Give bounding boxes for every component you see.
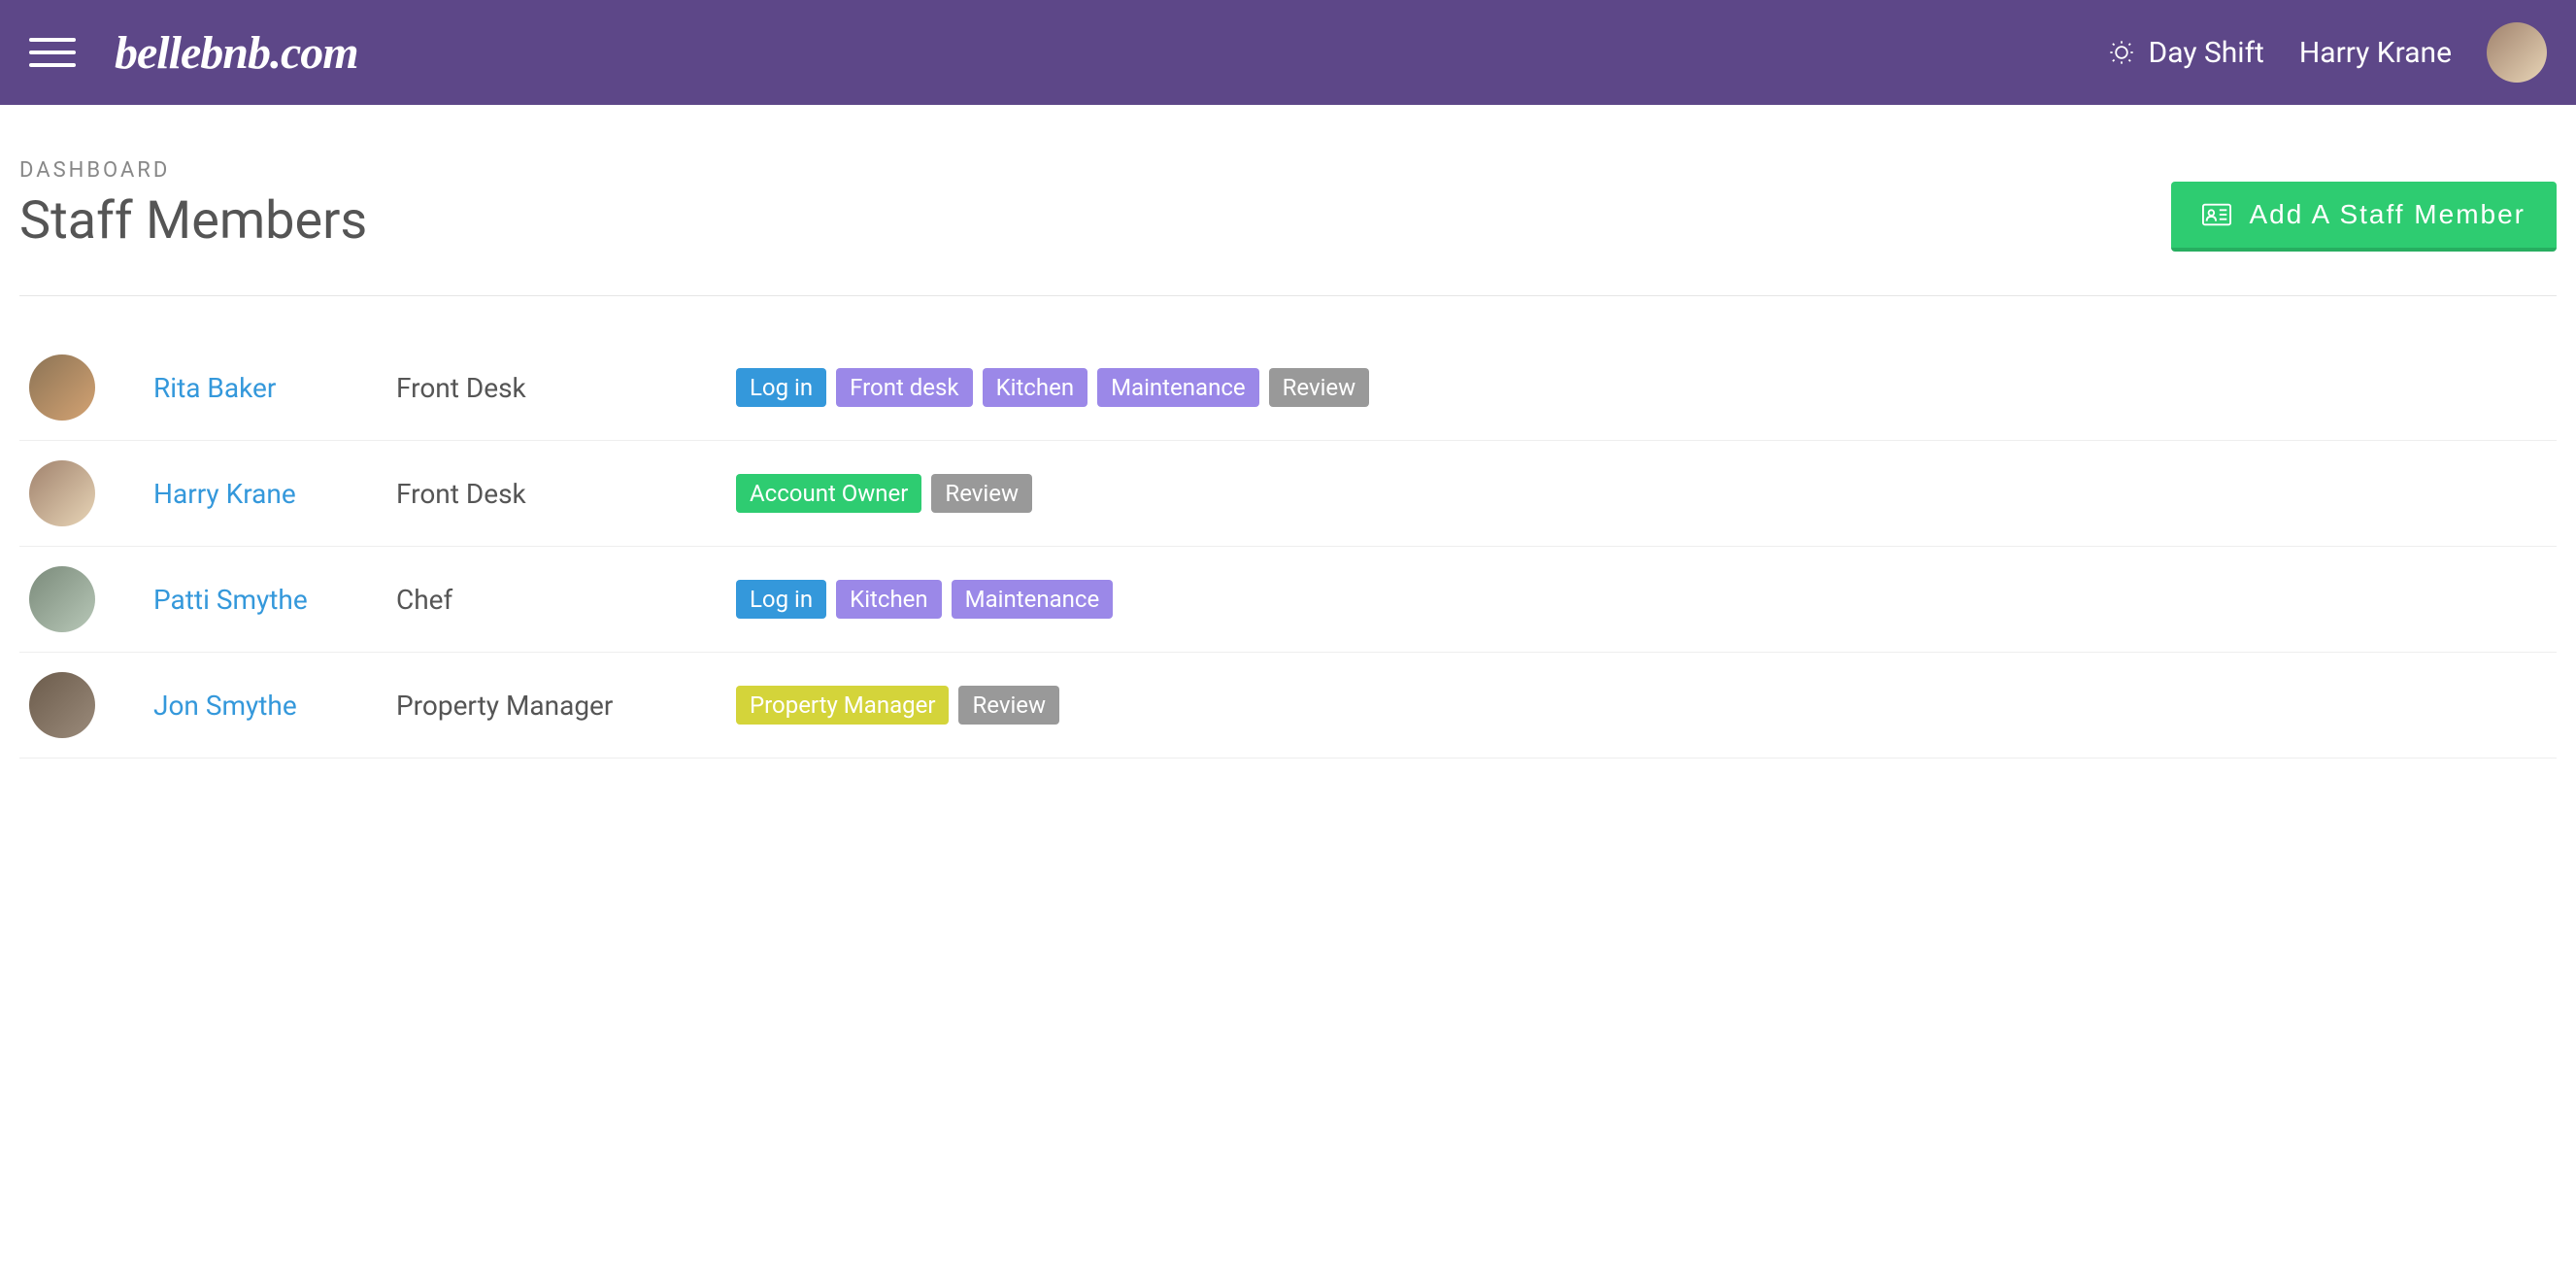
- staff-tags: Property ManagerReview: [736, 686, 1059, 725]
- header-avatar[interactable]: [2487, 22, 2547, 83]
- page-title: Staff Members: [19, 190, 367, 252]
- staff-name-link[interactable]: Patti Smythe: [153, 584, 396, 616]
- staff-role: Front Desk: [396, 478, 736, 510]
- tag-kitchen: Kitchen: [836, 580, 942, 619]
- shift-toggle[interactable]: Day Shift: [2108, 36, 2264, 70]
- staff-row: Rita BakerFront DeskLog in Front desk Kitc…: [19, 335, 2557, 441]
- staff-row: Harry KraneFront DeskAccount Owner Review: [19, 441, 2557, 547]
- staff-avatar[interactable]: [29, 354, 95, 421]
- add-staff-label: Add A Staff Member: [2249, 199, 2526, 230]
- staff-tags: Log in Kitchen Maintenance: [736, 580, 1113, 619]
- staff-role: Property Manager: [396, 690, 736, 722]
- tag-review: Review: [931, 474, 1032, 513]
- header-user-name[interactable]: Harry Krane: [2299, 36, 2452, 70]
- shift-label: Day Shift: [2149, 36, 2264, 70]
- page-content: DASHBOARD Staff Members Add A Staff Memb…: [0, 105, 2576, 759]
- staff-row: Patti SmytheChefLog in Kitchen Maintenance: [19, 547, 2557, 653]
- add-staff-button[interactable]: Add A Staff Member: [2171, 182, 2557, 252]
- staff-name-link[interactable]: Rita Baker: [153, 372, 396, 404]
- menu-hamburger-icon[interactable]: [29, 29, 76, 76]
- header-right: Day Shift Harry Krane: [2108, 22, 2547, 83]
- tag-review: Review: [1269, 368, 1370, 407]
- tag-maintenance: Maintenance: [1097, 368, 1259, 407]
- staff-role: Chef: [396, 584, 736, 616]
- tag-log-in: Log in: [736, 368, 826, 407]
- tag-maintenance: Maintenance: [952, 580, 1114, 619]
- tag-front-desk: Front desk: [836, 368, 972, 407]
- logo[interactable]: bellebnb.com: [115, 26, 358, 80]
- staff-role: Front Desk: [396, 372, 736, 404]
- tag-log-in: Log in: [736, 580, 826, 619]
- staff-list: Rita BakerFront DeskLog inFront deskKitc…: [19, 296, 2557, 759]
- staff-avatar[interactable]: [29, 566, 95, 632]
- tag-kitchen: Kitchen: [983, 368, 1088, 407]
- staff-name-link[interactable]: Harry Krane: [153, 478, 396, 510]
- app-header: bellebnb.com Day Shift Harry Krane: [0, 0, 2576, 105]
- staff-name-link[interactable]: Jon Smythe: [153, 690, 396, 722]
- id-card-icon: [2202, 203, 2231, 226]
- tag-review: Review: [958, 686, 1059, 725]
- page-header: DASHBOARD Staff Members Add A Staff Memb…: [19, 158, 2557, 296]
- staff-avatar[interactable]: [29, 460, 95, 526]
- tag-account-owner: Account Owner: [736, 474, 921, 513]
- tag-property-manager: Property Manager: [736, 686, 949, 725]
- staff-tags: Log in Front desk KitchenMaintenance Review: [736, 368, 1369, 407]
- sun-icon: [2108, 39, 2135, 66]
- breadcrumb: DASHBOARD: [19, 158, 367, 183]
- staff-avatar[interactable]: [29, 672, 95, 738]
- staff-row: Jon SmytheProperty ManagerProperty Manag…: [19, 653, 2557, 759]
- staff-tags: Account Owner Review: [736, 474, 1032, 513]
